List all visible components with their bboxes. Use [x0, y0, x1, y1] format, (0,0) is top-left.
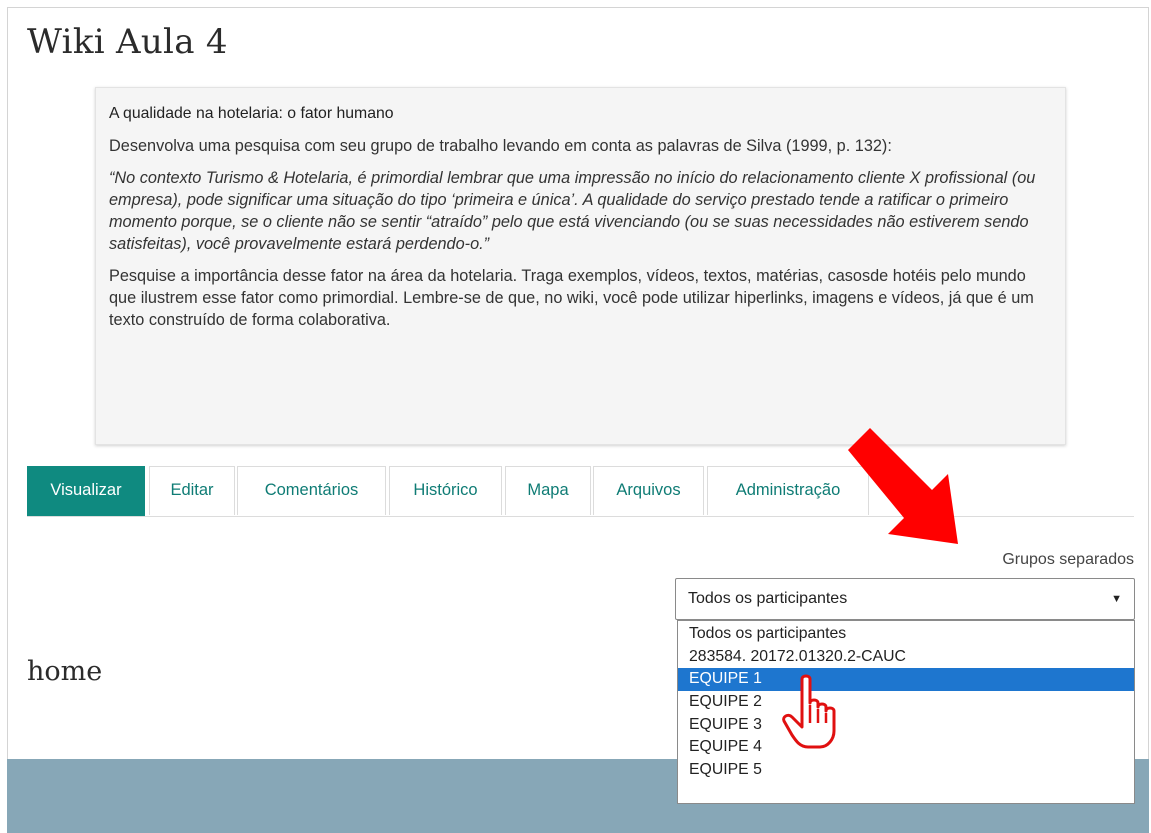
- group-option-course[interactable]: 283584. 20172.01320.2-CAUC: [678, 646, 1134, 669]
- group-option-equipe-1[interactable]: EQUIPE 1: [678, 668, 1134, 692]
- intro-quote: “No contexto Turismo & Hotelaria, é prim…: [109, 169, 1036, 253]
- groups-label: Grupos separados: [1002, 551, 1134, 568]
- tab-visualizar[interactable]: Visualizar: [27, 466, 145, 516]
- red-arrow-icon: [848, 428, 958, 544]
- intro-paragraph-1: Desenvolva uma pesquisa com seu grupo de…: [109, 137, 892, 155]
- intro-paragraph-2: Pesquise a importância desse fator na ár…: [109, 267, 1034, 329]
- tab-comentarios[interactable]: Comentários: [237, 466, 386, 515]
- group-option-todos[interactable]: Todos os participantes: [678, 623, 1134, 646]
- group-select-value: Todos os participantes: [688, 590, 848, 607]
- group-option-equipe-2[interactable]: EQUIPE 2: [678, 691, 1134, 714]
- group-dropdown-list: Todos os participantes 283584. 20172.013…: [677, 620, 1135, 804]
- tab-arquivos[interactable]: Arquivos: [593, 466, 704, 515]
- group-option-equipe-3[interactable]: EQUIPE 3: [678, 714, 1134, 737]
- group-option-equipe-4[interactable]: EQUIPE 4: [678, 736, 1134, 759]
- group-option-equipe-5[interactable]: EQUIPE 5: [678, 759, 1134, 782]
- tab-mapa[interactable]: Mapa: [505, 466, 591, 515]
- group-select[interactable]: Todos os participantes ▼: [675, 578, 1135, 620]
- tab-editar[interactable]: Editar: [149, 466, 235, 515]
- intro-heading: A qualidade na hotelaria: o fator humano: [109, 105, 394, 122]
- chevron-down-icon: ▼: [1111, 593, 1122, 605]
- hand-pointer-icon: [782, 674, 836, 749]
- tab-historico[interactable]: Histórico: [389, 466, 502, 515]
- wiki-page-name: home: [27, 656, 103, 687]
- wiki-intro-box: A qualidade na hotelaria: o fator humano…: [95, 87, 1066, 445]
- page-title: Wiki Aula 4: [27, 22, 228, 62]
